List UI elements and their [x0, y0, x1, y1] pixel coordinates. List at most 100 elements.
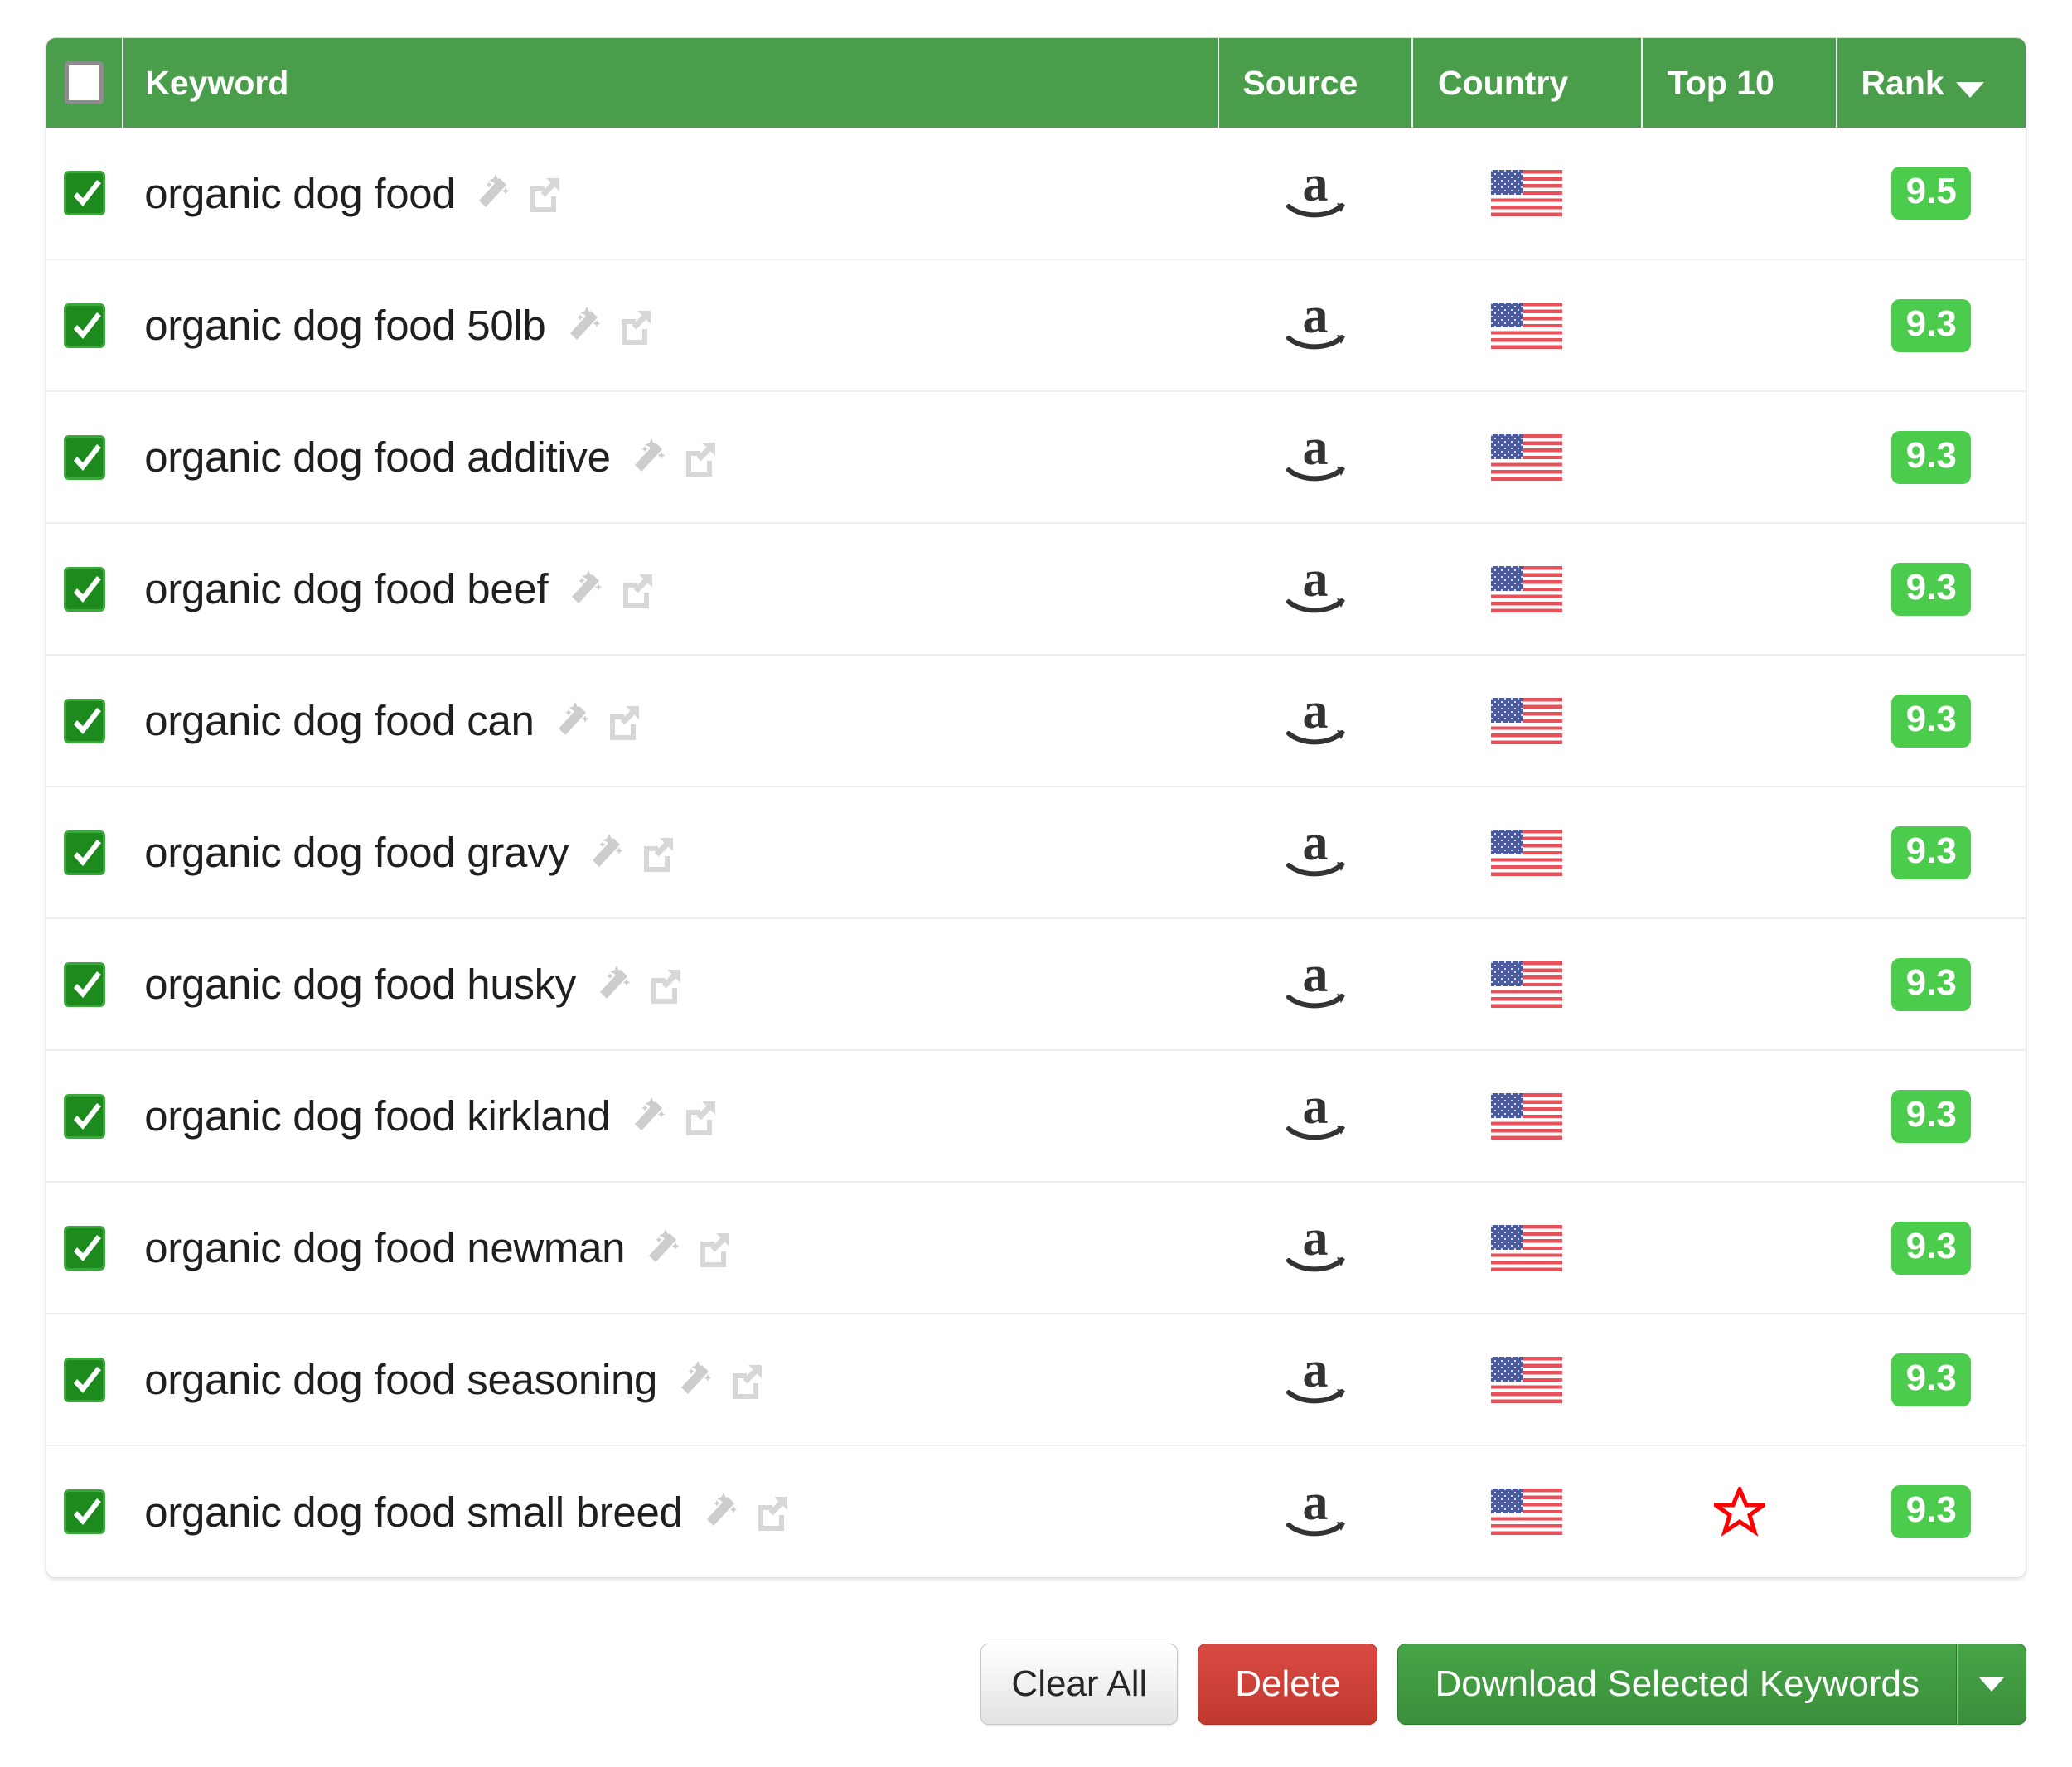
- magic-wand-icon[interactable]: [640, 1227, 683, 1270]
- delete-button[interactable]: Delete: [1198, 1644, 1378, 1725]
- row-select-cell[interactable]: [46, 1181, 123, 1314]
- column-header-country[interactable]: Country: [1412, 38, 1643, 128]
- magic-wand-icon[interactable]: [626, 1095, 669, 1138]
- table-row[interactable]: organic dog food can a 9.3: [46, 654, 2026, 787]
- checkbox-unchecked-icon[interactable]: [65, 61, 104, 105]
- row-select-cell[interactable]: [46, 917, 123, 1050]
- column-header-keyword-label: Keyword: [145, 63, 289, 102]
- table-row[interactable]: organic dog food beef a 9.3: [46, 522, 2026, 655]
- keyword-cell: organic dog food beef: [123, 522, 1219, 655]
- checkbox-checked-icon[interactable]: [64, 303, 106, 348]
- svg-text:a: a: [1303, 1346, 1329, 1398]
- table-row[interactable]: organic dog food kirkland a 9.3: [46, 1049, 2026, 1182]
- column-header-rank[interactable]: Rank: [1837, 38, 2026, 128]
- table-row[interactable]: organic dog food gravy a 9.3: [46, 786, 2026, 918]
- rank-badge: 9.3: [1891, 957, 1972, 1011]
- download-dropdown-toggle[interactable]: [1957, 1644, 2026, 1725]
- table-row[interactable]: organic dog food additive a 9.3: [46, 390, 2026, 523]
- us-flag-icon: [1491, 302, 1563, 349]
- top10-cell: [1641, 1181, 1837, 1314]
- row-select-cell[interactable]: [46, 259, 123, 391]
- row-select-cell[interactable]: [46, 128, 123, 259]
- table-row[interactable]: organic dog food 50lb a 9.3: [46, 259, 2026, 391]
- external-link-icon[interactable]: [604, 701, 644, 741]
- keyword-cell: organic dog food newman: [123, 1181, 1219, 1314]
- country-cell: [1412, 1181, 1642, 1314]
- table-row[interactable]: organic dog food seasoning a 9.3: [46, 1313, 2026, 1445]
- top10-cell: [1641, 259, 1837, 391]
- country-cell: [1412, 1313, 1642, 1445]
- keyword-label: organic dog food small breed: [144, 1488, 683, 1536]
- rank-badge: 9.3: [1891, 1485, 1972, 1538]
- checkbox-checked-icon[interactable]: [64, 1093, 106, 1139]
- top10-cell: [1642, 128, 1837, 259]
- keyword-label: organic dog food beef: [144, 565, 549, 612]
- magic-wand-icon[interactable]: [591, 963, 634, 1006]
- external-link-icon[interactable]: [617, 569, 657, 609]
- svg-text:a: a: [1303, 1479, 1329, 1531]
- table-row[interactable]: organic dog food newman a 9.3: [46, 1181, 2026, 1314]
- caret-down-icon[interactable]: [1955, 82, 1984, 99]
- table-row[interactable]: organic dog food small breed a 9.3: [46, 1445, 2026, 1577]
- row-select-cell[interactable]: [46, 1049, 123, 1182]
- external-link-icon[interactable]: [727, 1360, 767, 1400]
- amazon-logo-icon: a: [1280, 156, 1350, 223]
- checkbox-checked-icon[interactable]: [64, 434, 106, 480]
- source-cell: a: [1218, 1181, 1413, 1314]
- row-select-cell[interactable]: [46, 1313, 123, 1445]
- checkbox-checked-icon[interactable]: [64, 961, 106, 1007]
- magic-wand-icon[interactable]: [563, 568, 606, 611]
- external-link-icon[interactable]: [680, 438, 720, 477]
- magic-wand-icon[interactable]: [698, 1490, 741, 1533]
- star-outline-icon: [1708, 1484, 1770, 1537]
- row-select-cell[interactable]: [46, 654, 123, 787]
- download-selected-keywords-button[interactable]: Download Selected Keywords: [1397, 1644, 1957, 1725]
- external-link-icon[interactable]: [753, 1492, 792, 1532]
- top10-cell: [1641, 654, 1837, 787]
- external-link-icon[interactable]: [646, 965, 685, 1005]
- source-cell: a: [1218, 1313, 1413, 1445]
- magic-wand-icon[interactable]: [561, 304, 604, 347]
- magic-wand-icon[interactable]: [549, 700, 593, 743]
- magic-wand-icon[interactable]: [470, 172, 513, 215]
- row-select-cell[interactable]: [46, 390, 123, 523]
- amazon-logo-icon: a: [1280, 288, 1350, 355]
- top10-cell: [1641, 1049, 1837, 1182]
- column-header-top10[interactable]: Top 10: [1641, 38, 1838, 128]
- column-header-keyword[interactable]: Keyword: [123, 38, 1220, 128]
- checkbox-checked-icon[interactable]: [64, 698, 106, 743]
- checkbox-checked-icon[interactable]: [64, 1225, 106, 1271]
- download-button-group: Download Selected Keywords: [1397, 1644, 2026, 1725]
- magic-wand-icon[interactable]: [672, 1358, 715, 1401]
- magic-wand-icon[interactable]: [626, 436, 669, 479]
- header-select-all-cell[interactable]: [46, 38, 124, 128]
- checkbox-checked-icon[interactable]: [64, 1357, 106, 1402]
- keyword-cell: organic dog food: [123, 128, 1218, 259]
- checkbox-checked-icon[interactable]: [64, 1489, 106, 1534]
- external-link-icon[interactable]: [616, 306, 656, 346]
- checkbox-checked-icon[interactable]: [64, 566, 106, 612]
- external-link-icon[interactable]: [525, 173, 564, 213]
- header-row: Keyword Source Country Top 10 Rank: [46, 38, 2026, 128]
- magic-wand-icon[interactable]: [583, 831, 627, 874]
- top10-cell: [1641, 1313, 1837, 1445]
- keyword-label: organic dog food 50lb: [144, 302, 546, 349]
- column-header-source[interactable]: Source: [1218, 38, 1414, 128]
- rank-cell: 9.3: [1837, 654, 2026, 787]
- source-cell: a: [1218, 259, 1413, 391]
- us-flag-icon: [1491, 697, 1563, 744]
- table-row[interactable]: organic dog food husky a 9.3: [46, 917, 2026, 1050]
- external-link-icon[interactable]: [695, 1228, 734, 1268]
- clear-all-button[interactable]: Clear All: [980, 1644, 1179, 1725]
- row-select-cell[interactable]: [46, 786, 123, 918]
- row-select-cell[interactable]: [46, 522, 123, 655]
- checkbox-checked-icon[interactable]: [64, 171, 106, 215]
- amazon-logo-icon: a: [1280, 1078, 1350, 1145]
- external-link-icon[interactable]: [638, 833, 678, 873]
- keyword-label: organic dog food: [144, 169, 456, 217]
- row-select-cell[interactable]: [46, 1445, 123, 1577]
- table-row[interactable]: organic dog food a 9.5: [46, 128, 2026, 259]
- checkbox-checked-icon[interactable]: [64, 830, 106, 875]
- external-link-icon[interactable]: [680, 1097, 720, 1136]
- column-header-country-label: Country: [1438, 63, 1569, 102]
